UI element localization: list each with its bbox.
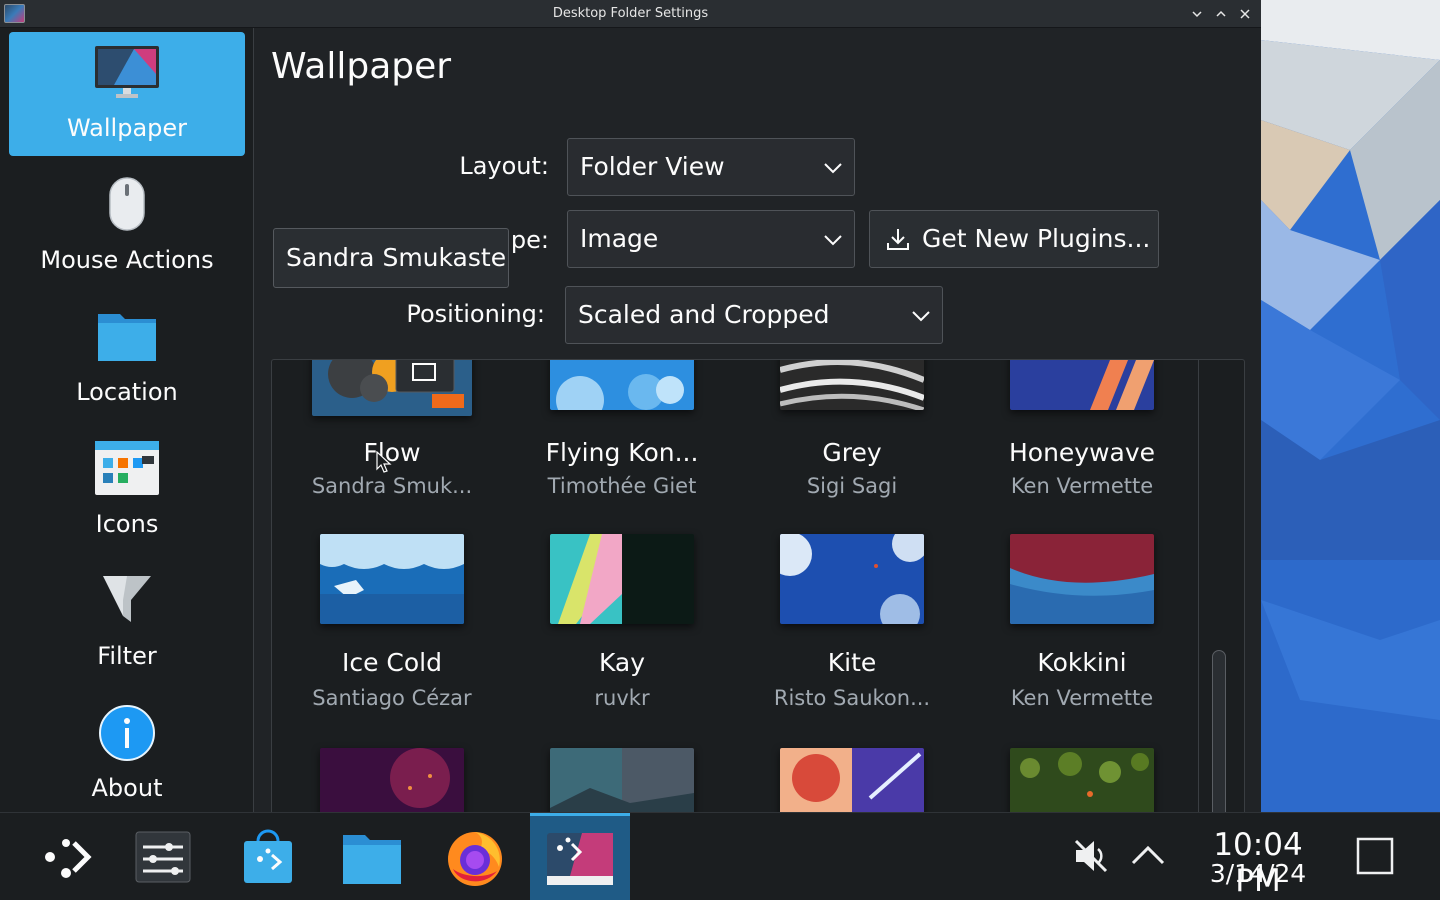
wallpaper-author: Sandra Smuk... (311, 474, 473, 498)
positioning-value: Scaled and Cropped (578, 300, 830, 329)
clock-date[interactable]: 3/14/24 (1186, 859, 1330, 888)
author-tooltip: Sandra Smukaste (273, 228, 509, 288)
discover-store-button[interactable] (218, 813, 318, 900)
wallpaper-author: Timothée Giet (547, 474, 697, 498)
chevron-up-icon (1216, 10, 1226, 17)
mouse-icon (109, 177, 145, 231)
wallpaper-thumbnail (780, 534, 924, 624)
window-title: Desktop Folder Settings (552, 6, 709, 21)
system-settings-button[interactable] (113, 813, 213, 900)
layout-value: Folder View (580, 152, 725, 181)
scrollbar-handle[interactable] (1212, 650, 1226, 812)
chevron-down-icon (824, 235, 842, 246)
chevron-up-icon[interactable] (1130, 843, 1166, 867)
wallpaper-type-label: pe: (510, 226, 549, 254)
download-icon (887, 229, 909, 250)
settings-window: Desktop Folder Settings Wallpaper Mouse … (0, 0, 1261, 812)
firefox-icon (448, 832, 502, 886)
app-launcher-button[interactable] (18, 813, 118, 900)
mouse-cursor-icon (376, 451, 392, 473)
wallpaper-author: Risto Saukon... (773, 686, 931, 710)
sidebar-item-filter[interactable]: Filter (9, 560, 245, 684)
desktop-settings-icon (547, 833, 613, 885)
sidebar-item-label: Filter (97, 642, 157, 670)
show-desktop-icon[interactable] (1356, 837, 1394, 877)
volume-muted-icon[interactable] (1072, 837, 1110, 875)
wallpaper-name: Kite (827, 648, 877, 677)
chevron-down-icon (824, 163, 842, 174)
wallpaper-thumbnail (780, 360, 924, 410)
wallpaper-thumbnail (320, 534, 464, 624)
wallpaper-grid[interactable]: Flow Sandra Smuk... Flying Kon... Timoth… (271, 359, 1245, 812)
wallpaper-author: Sigi Sagi (806, 474, 898, 498)
page-title: Wallpaper (271, 46, 452, 87)
info-icon (99, 705, 155, 761)
close-icon (1240, 9, 1250, 19)
filter-icon (103, 576, 151, 622)
scrollbar-track[interactable] (1198, 360, 1199, 812)
folder-icon (98, 314, 156, 361)
wallpaper-type-dropdown[interactable]: Image (567, 210, 855, 268)
file-manager-button[interactable] (322, 813, 422, 900)
wallpaper-thumbnail (312, 360, 472, 416)
wallpaper-author: Santiago Cézar (312, 686, 472, 710)
sidebar-item-mouse-actions[interactable]: Mouse Actions (9, 164, 245, 288)
monitor-icon (95, 46, 159, 98)
sidebar: Wallpaper Mouse Actions Location Icons F… (0, 28, 254, 812)
wallpaper-thumbnail (780, 748, 924, 812)
sidebar-item-icons[interactable]: Icons (9, 428, 245, 552)
wallpaper-thumbnail (550, 748, 694, 812)
main-content: Wallpaper Layout: Folder View pe: Image … (255, 28, 1261, 812)
sidebar-item-label: Mouse Actions (40, 246, 214, 274)
get-new-plugins-label: Get New Plugins... (922, 224, 1151, 253)
wallpaper-thumbnail (550, 534, 694, 624)
close-button[interactable] (1234, 3, 1256, 25)
wallpaper-author: ruvkr (594, 686, 650, 710)
wallpaper-name: Flow (363, 438, 421, 467)
positioning-dropdown[interactable]: Scaled and Cropped (565, 286, 943, 344)
wallpaper-name: Ice Cold (341, 648, 442, 677)
icons-window-icon (95, 441, 159, 495)
wallpaper-name: Kokkini (1037, 648, 1127, 677)
title-bar[interactable]: Desktop Folder Settings (0, 0, 1261, 28)
taskbar: 10:04 PM 3/14/24 (0, 812, 1440, 900)
wallpaper-thumbnail (320, 748, 464, 812)
app-launcher-icon (45, 839, 92, 878)
get-new-plugins-button[interactable]: Get New Plugins... (869, 210, 1159, 268)
sidebar-item-label: Location (76, 378, 178, 406)
wallpaper-thumbnail (1010, 748, 1154, 812)
positioning-label: Positioning: (406, 300, 545, 328)
chevron-down-icon (912, 311, 930, 322)
sidebar-item-label: Icons (95, 510, 159, 538)
firefox-button[interactable] (425, 813, 525, 900)
discover-store-icon (244, 829, 292, 883)
minimize-button[interactable] (1186, 3, 1208, 25)
sidebar-item-label: About (91, 774, 163, 802)
wallpaper-name: Honeywave (1008, 438, 1156, 467)
wallpaper-author: Ken Vermette (1010, 686, 1154, 710)
file-manager-icon (343, 835, 401, 884)
sidebar-item-wallpaper[interactable]: Wallpaper (9, 32, 245, 156)
desktop-settings-task-button[interactable] (530, 813, 630, 900)
sidebar-item-about[interactable]: About (9, 692, 245, 816)
sidebar-item-label: Wallpaper (66, 114, 188, 142)
wallpaper-name: Grey (822, 438, 882, 467)
wallpaper-thumbnail (550, 360, 694, 410)
wallpaper-thumbnail (1010, 534, 1154, 624)
system-settings-icon (135, 831, 191, 883)
wallpaper-type-value: Image (580, 224, 659, 253)
maximize-button[interactable] (1210, 3, 1232, 25)
layout-label: Layout: (459, 152, 549, 180)
sidebar-item-location[interactable]: Location (9, 296, 245, 420)
layout-dropdown[interactable]: Folder View (567, 138, 855, 196)
wallpaper-author: Ken Vermette (1010, 474, 1154, 498)
chevron-down-icon (1192, 11, 1202, 18)
wallpaper-name: Flying Kon... (545, 438, 699, 467)
wallpaper-thumbnail (1010, 360, 1154, 410)
wallpaper-name: Kay (598, 648, 646, 677)
